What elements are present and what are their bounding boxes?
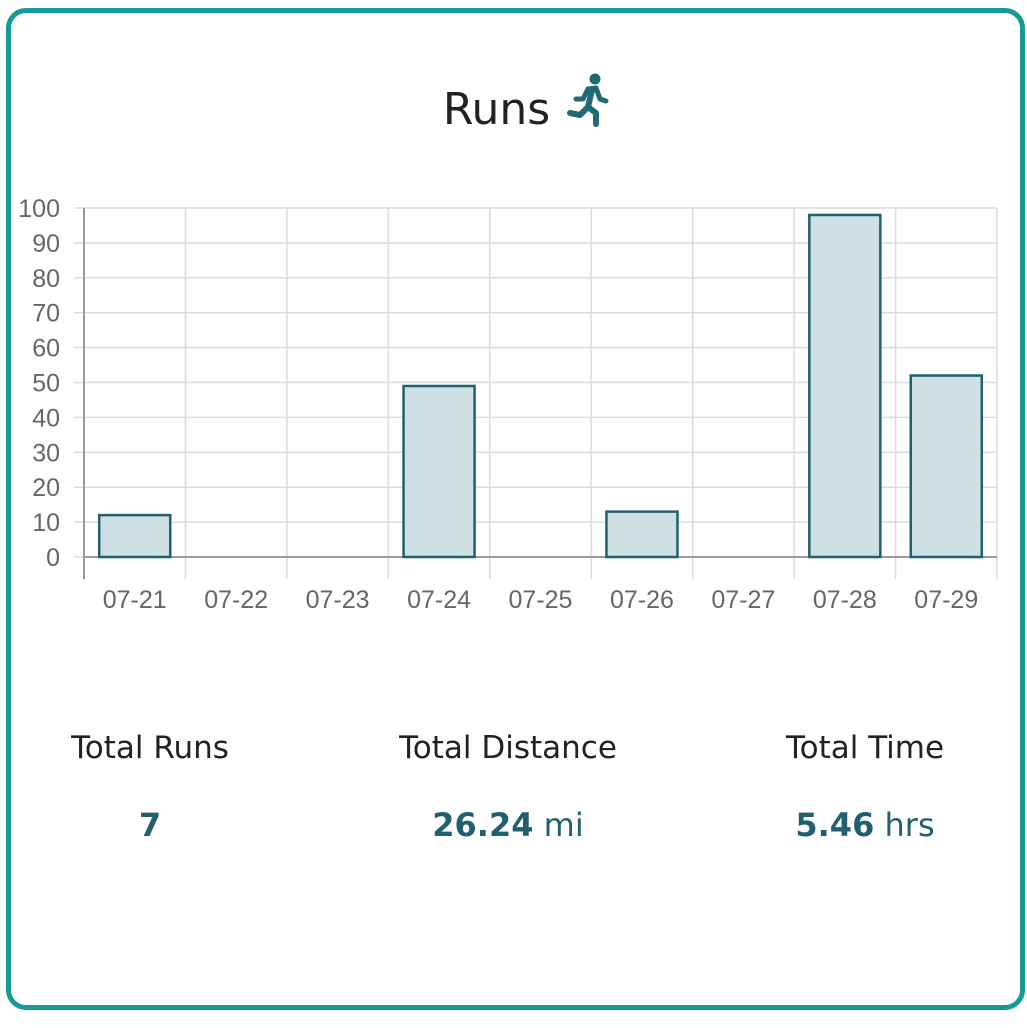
x-tick-label: 07-23 bbox=[306, 586, 370, 614]
stat-value: 5.46 hrs bbox=[756, 806, 974, 844]
stat-number: 26.24 bbox=[432, 806, 534, 844]
x-tick-label: 07-27 bbox=[711, 586, 775, 614]
stat-unit: mi bbox=[543, 806, 584, 844]
stat-total-runs: Total Runs 7 bbox=[38, 730, 262, 844]
stat-total-time: Total Time 5.46 hrs bbox=[756, 730, 974, 844]
x-tick-label: 07-24 bbox=[407, 586, 471, 614]
stat-total-distance: Total Distance 26.24 mi bbox=[376, 730, 640, 844]
bar-07-21 bbox=[97, 513, 172, 559]
x-tick-label: 07-28 bbox=[813, 586, 877, 614]
y-tick-label: 60 bbox=[32, 335, 60, 363]
stat-unit: hrs bbox=[884, 806, 935, 844]
bar-07-28 bbox=[808, 213, 882, 559]
stats-row: Total Runs 7 Total Distance 26.24 mi Tot… bbox=[0, 730, 1027, 870]
x-tick-label: 07-22 bbox=[204, 586, 268, 614]
x-tick-label: 07-26 bbox=[610, 586, 674, 614]
y-tick-label: 10 bbox=[32, 509, 60, 537]
stat-value: 7 bbox=[38, 806, 262, 844]
stat-label: Total Distance bbox=[399, 730, 617, 766]
y-tick-label: 90 bbox=[32, 230, 60, 258]
y-tick-label: 70 bbox=[32, 300, 60, 328]
x-tick-label: 07-21 bbox=[103, 586, 167, 614]
x-tick-label: 07-25 bbox=[509, 586, 573, 614]
stat-value: 26.24 mi bbox=[376, 806, 640, 844]
y-tick-label: 40 bbox=[32, 404, 60, 432]
bar-07-29 bbox=[909, 374, 984, 559]
bar-07-24 bbox=[402, 384, 476, 559]
bar-07-26 bbox=[605, 510, 679, 559]
x-tick-label: 07-29 bbox=[914, 586, 978, 614]
stat-number: 7 bbox=[138, 806, 162, 844]
stat-number: 5.46 bbox=[795, 806, 875, 844]
y-tick-label: 80 bbox=[32, 265, 60, 293]
y-tick-label: 30 bbox=[32, 439, 60, 467]
y-tick-label: 20 bbox=[32, 474, 60, 502]
stat-label: Total Runs bbox=[71, 730, 229, 766]
y-tick-label: 0 bbox=[46, 544, 60, 572]
y-tick-label: 50 bbox=[32, 370, 60, 398]
stat-label: Total Time bbox=[785, 730, 945, 766]
runs-bar-chart: 0 10 20 30 40 50 60 70 80 90 100 07-21 07-22 07-23 07-… bbox=[18, 195, 998, 614]
y-tick-label: 100 bbox=[18, 195, 60, 223]
